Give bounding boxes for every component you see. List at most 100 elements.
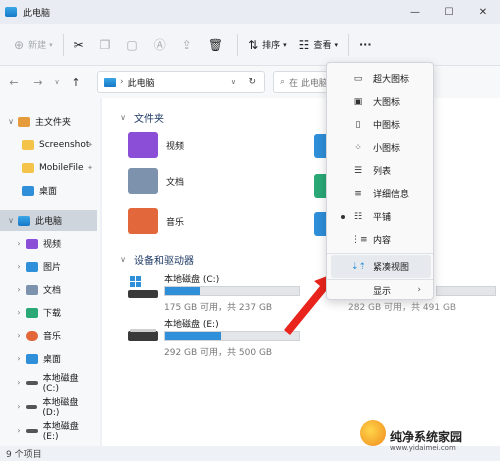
sidebar-item-label: 本地磁盘 (D:) bbox=[42, 398, 79, 418]
menu-item-extra-large-icons[interactable]: ▭ 超大图标 bbox=[331, 67, 431, 90]
compact-view-icon: ⇣⇡ bbox=[351, 261, 367, 272]
drive-free-space: 282 GB 可用，共 491 GB bbox=[348, 303, 457, 313]
command-bar: ⊕ 新建 ▾ ✂ ❐ ▢ Ⓐ ⇪ 🗑 ⇅ 排序 ▾ ☷ 查看 ▾ ··· bbox=[0, 24, 500, 66]
cut-button[interactable]: ✂ bbox=[68, 32, 94, 58]
menu-item-large-icons[interactable]: ▣ 大图标 bbox=[331, 90, 431, 113]
sidebar-item-desktop[interactable]: › 桌面 bbox=[0, 348, 97, 369]
drive-free-space: 175 GB 可用，共 237 GB bbox=[164, 303, 273, 313]
sidebar-item-label: 本地磁盘 (C:) bbox=[42, 374, 79, 394]
chevron-right-icon: › bbox=[17, 402, 21, 411]
content-view-icon: ⋮≡ bbox=[351, 234, 368, 245]
paste-icon: ▢ bbox=[126, 37, 138, 52]
usage-bar-fill bbox=[165, 332, 222, 340]
trash-icon: 🗑 bbox=[207, 37, 224, 52]
menu-item-show[interactable]: 显示 › bbox=[331, 281, 431, 299]
chevron-right-icon: › bbox=[17, 331, 21, 340]
sort-button[interactable]: ⇅ 排序 ▾ bbox=[242, 32, 293, 58]
sidebar-item-desktop-pinned[interactable]: 桌面 bbox=[0, 180, 97, 201]
drive-free-space: 292 GB 可用，共 500 GB bbox=[164, 348, 273, 358]
menu-item-compact-view[interactable]: ⇣⇡ 紧凑视图 bbox=[331, 255, 431, 278]
menu-item-label: 小图标 bbox=[373, 144, 401, 154]
sidebar-item-label: 视频 bbox=[43, 240, 62, 250]
chevron-down-icon[interactable]: ∨ bbox=[231, 78, 236, 86]
menu-item-label: 列表 bbox=[373, 167, 392, 177]
folder-tile[interactable]: 音乐 bbox=[128, 208, 184, 234]
section-title: 设备和驱动器 bbox=[134, 256, 194, 267]
sidebar-item-label: 主文件夹 bbox=[35, 118, 72, 128]
sidebar-item-label: 文档 bbox=[43, 286, 62, 296]
watermark-url: www.yidaimei.com bbox=[390, 444, 456, 452]
menu-item-small-icons[interactable]: ⁘ 小图标 bbox=[331, 136, 431, 159]
menu-item-medium-icons[interactable]: ▯ 中图标 bbox=[331, 113, 431, 136]
folder-tile[interactable]: 视频 bbox=[128, 132, 184, 158]
drive-icon bbox=[25, 404, 38, 409]
folders-section-header[interactable]: ∨ 文件夹 bbox=[116, 110, 164, 125]
close-button[interactable]: ✕ bbox=[466, 0, 500, 24]
menu-item-details[interactable]: ≡ 详细信息 bbox=[331, 182, 431, 205]
address-bar[interactable]: › 此电脑 ∨ ↻ bbox=[97, 71, 265, 93]
sidebar-item-drive-e[interactable]: › 本地磁盘 (E:) bbox=[0, 420, 97, 442]
large-icons-icon: ▣ bbox=[353, 96, 363, 107]
up-arrow-icon[interactable]: ↑ bbox=[64, 76, 88, 89]
sidebar-item-label: Screenshot bbox=[39, 139, 90, 150]
sidebar-item-mobilefile[interactable]: MobileFile ✦ bbox=[0, 157, 97, 178]
sidebar-item-drive-c[interactable]: › 本地磁盘 (C:) bbox=[0, 372, 97, 394]
sidebar-item-label: 此电脑 bbox=[35, 217, 63, 227]
home-icon bbox=[18, 116, 30, 127]
chevron-right-icon: › bbox=[17, 308, 21, 317]
document-folder-icon bbox=[128, 168, 158, 194]
maximize-button[interactable]: ☐ bbox=[432, 0, 466, 24]
usage-bar-fill bbox=[165, 287, 200, 295]
share-button[interactable]: ⇪ bbox=[176, 32, 202, 58]
sidebar-item-videos[interactable]: › 视频 bbox=[0, 233, 97, 254]
minimize-button[interactable]: — bbox=[398, 0, 432, 24]
address-path: 此电脑 bbox=[127, 78, 155, 89]
chevron-right-icon: › bbox=[17, 285, 21, 294]
delete-button[interactable]: 🗑 bbox=[202, 32, 233, 58]
menu-item-label: 紧凑视图 bbox=[373, 263, 410, 273]
chevron-down-icon[interactable]: ∨ bbox=[50, 78, 64, 86]
sidebar-item-downloads[interactable]: › 下载 bbox=[0, 302, 97, 323]
picture-icon bbox=[26, 261, 38, 272]
paste-button[interactable]: ▢ bbox=[120, 32, 147, 58]
view-button[interactable]: ☷ 查看 ▾ bbox=[293, 32, 344, 58]
item-count: 9 个项目 bbox=[6, 450, 42, 460]
sidebar-item-this-pc[interactable]: ∨ 此电脑 bbox=[0, 210, 97, 231]
small-icons-icon: ⁘ bbox=[354, 142, 362, 153]
windows-drive-icon bbox=[128, 276, 158, 300]
sidebar-item-label: 图片 bbox=[43, 263, 62, 273]
menu-item-tiles[interactable]: ☷ 平铺 bbox=[331, 205, 431, 228]
sidebar-item-label: 本地磁盘 (E:) bbox=[42, 422, 79, 442]
chevron-down-icon: ∨ bbox=[120, 113, 126, 122]
rename-button[interactable]: Ⓐ bbox=[148, 32, 176, 58]
refresh-icon[interactable]: ↻ bbox=[248, 77, 256, 87]
computer-icon bbox=[104, 77, 116, 87]
copy-button[interactable]: ❐ bbox=[94, 32, 121, 58]
devices-section-header[interactable]: ∨ 设备和驱动器 bbox=[116, 252, 194, 267]
sidebar-item-drive-d[interactable]: › 本地磁盘 (D:) bbox=[0, 396, 97, 418]
menu-item-content[interactable]: ⋮≡ 内容 bbox=[331, 228, 431, 251]
toolbar-divider bbox=[237, 33, 239, 56]
chevron-right-icon: › bbox=[17, 262, 21, 271]
back-arrow-icon[interactable]: ← bbox=[2, 76, 26, 89]
folder-icon bbox=[22, 162, 34, 173]
search-box[interactable]: ⌕ 在 此电脑 bbox=[273, 71, 333, 93]
more-icon: ··· bbox=[358, 38, 372, 51]
watermark-text: 纯净系统家园 bbox=[390, 430, 463, 444]
chevron-right-icon: › bbox=[120, 77, 124, 87]
more-button[interactable]: ··· bbox=[353, 32, 378, 58]
tiles-icon: ☷ bbox=[353, 211, 363, 222]
forward-arrow-icon[interactable]: → bbox=[26, 76, 50, 89]
chevron-down-icon: ∨ bbox=[120, 255, 126, 264]
sidebar-item-screenshot[interactable]: Screenshot ✦ bbox=[0, 134, 97, 155]
folder-tile[interactable]: 文档 bbox=[128, 168, 184, 194]
sidebar-item-pictures[interactable]: › 图片 bbox=[0, 256, 97, 277]
sidebar-item-documents[interactable]: › 文档 bbox=[0, 279, 97, 300]
sidebar-item-home[interactable]: ∨ 主文件夹 bbox=[0, 111, 97, 132]
menu-divider bbox=[327, 253, 433, 254]
menu-item-list[interactable]: ☰ 列表 bbox=[331, 159, 431, 182]
menu-item-label: 大图标 bbox=[373, 98, 401, 108]
new-button[interactable]: ⊕ 新建 ▾ bbox=[8, 32, 59, 58]
chevron-right-icon: › bbox=[17, 378, 21, 387]
sidebar-item-music[interactable]: › 音乐 bbox=[0, 325, 97, 346]
